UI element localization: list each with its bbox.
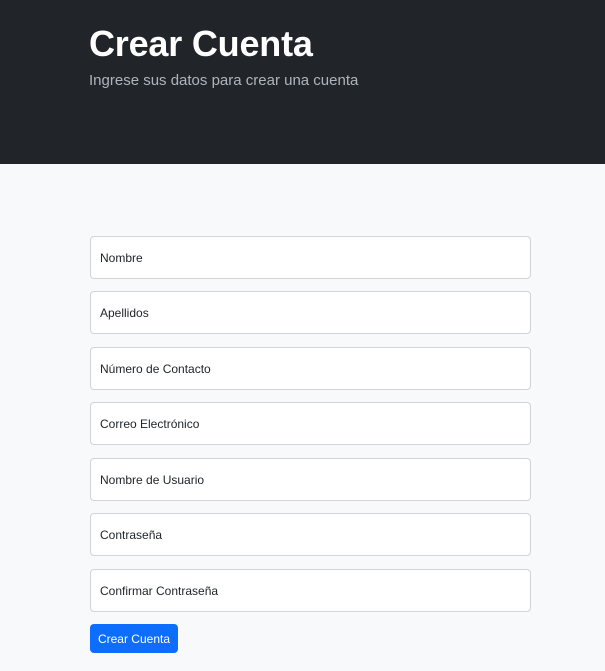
- page-header: Crear Cuenta Ingrese sus datos para crea…: [0, 0, 605, 164]
- contact-number-field[interactable]: [90, 347, 531, 390]
- page-title: Crear Cuenta: [89, 23, 313, 64]
- page-subtitle: Ingrese sus datos para crear una cuenta: [89, 72, 359, 89]
- password-field[interactable]: [90, 513, 531, 556]
- last-name-field[interactable]: [90, 291, 531, 334]
- confirm-password-field[interactable]: [90, 569, 531, 612]
- username-field[interactable]: [90, 458, 531, 501]
- first-name-field[interactable]: [90, 236, 531, 279]
- email-field[interactable]: [90, 402, 531, 445]
- create-account-button[interactable]: Crear Cuenta: [90, 624, 178, 653]
